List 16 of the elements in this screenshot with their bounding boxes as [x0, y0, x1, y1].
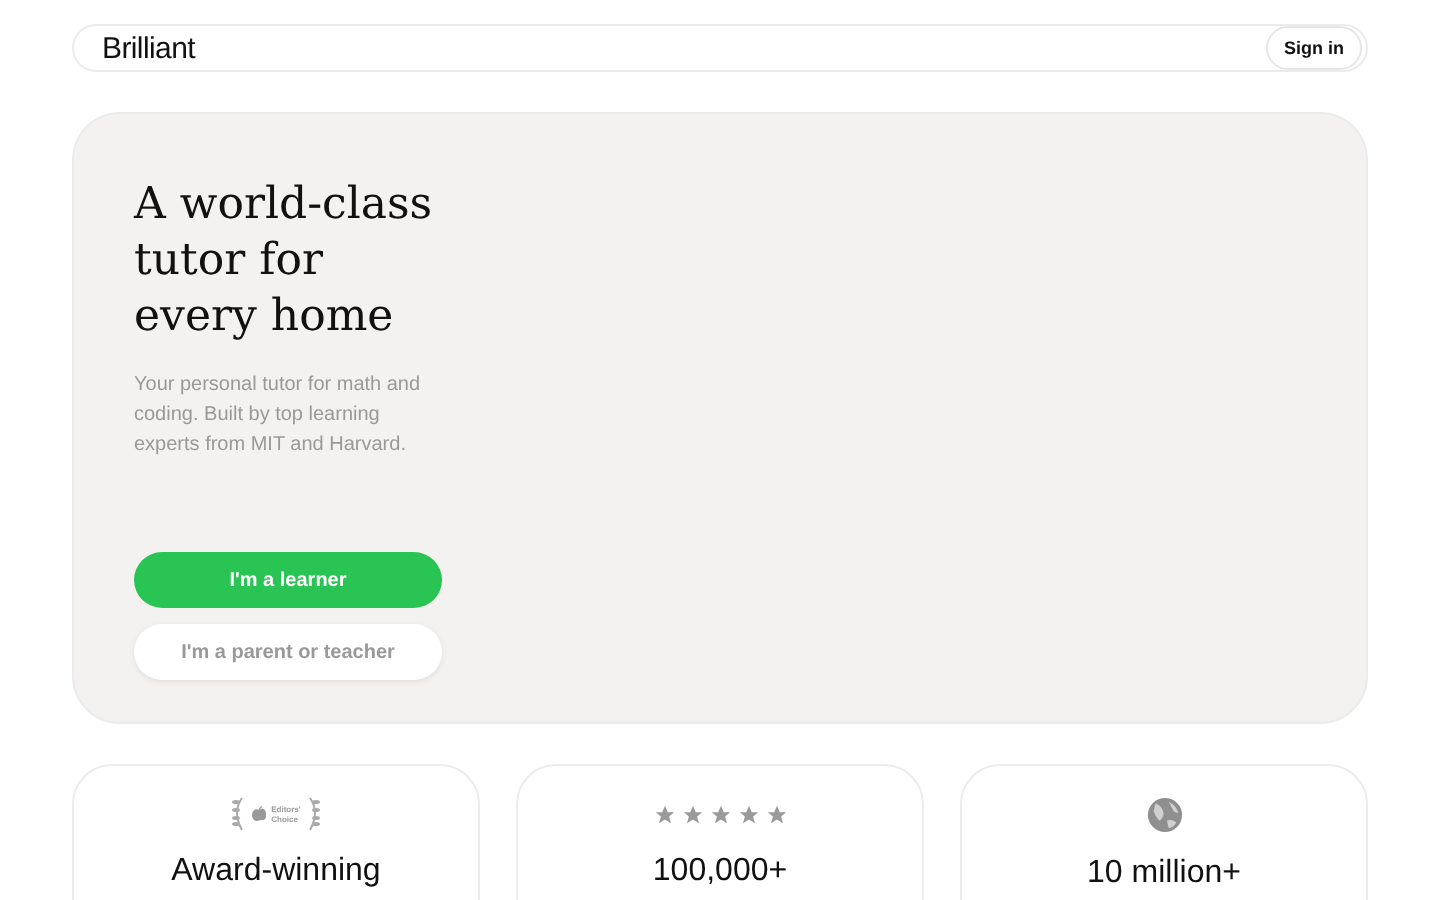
- hero-subtitle: Your personal tutor for math and coding. Built by top learning experts from MIT and Harvard.: [134, 372, 423, 460]
- card-title: 100,000+: [652, 854, 788, 890]
- hero-title: A world-class tutor for every home: [134, 178, 435, 346]
- apple-icon: [251, 806, 266, 822]
- star: [681, 803, 703, 825]
- laurel-icon: [229, 796, 246, 832]
- card-title: 10 million+: [1087, 856, 1241, 892]
- globe-icon: [1145, 796, 1183, 834]
- card-title: Award-winning: [171, 854, 381, 890]
- logo[interactable]: Brilliant: [102, 31, 195, 65]
- star: [765, 803, 787, 825]
- laurel-icon: [306, 796, 323, 832]
- star: [709, 803, 731, 825]
- star: [737, 803, 759, 825]
- sign-in-button[interactable]: Sign in: [1266, 26, 1362, 70]
- star: [653, 803, 675, 825]
